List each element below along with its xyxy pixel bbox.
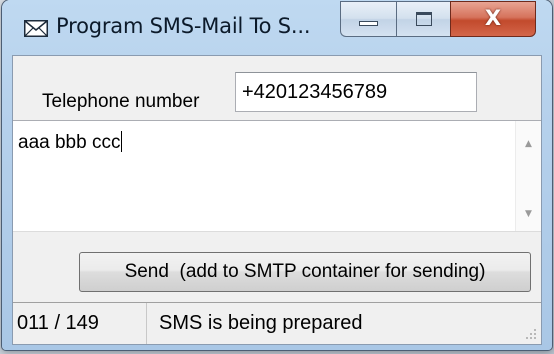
status-bar: 011 / 149 SMS is being prepared [13, 302, 541, 344]
telephone-number-label: Telephone number [42, 91, 200, 112]
close-button[interactable]: X [450, 1, 536, 37]
window-title: Program SMS-Mail To S... [56, 14, 311, 38]
scroll-down-arrow-icon[interactable]: ▼ [516, 203, 541, 225]
maximize-button[interactable] [396, 1, 450, 37]
message-scrollbar[interactable]: ▲ ▼ [515, 121, 541, 231]
minimize-icon [359, 21, 378, 26]
title-bar[interactable]: Program SMS-Mail To S... X [2, 0, 552, 54]
scroll-up-arrow-icon[interactable]: ▲ [516, 133, 541, 155]
maximize-icon [416, 12, 432, 26]
send-button[interactable]: Send (add to SMTP container for sending) [79, 252, 531, 292]
caption-buttons: X [340, 1, 536, 37]
telephone-number-input[interactable] [235, 72, 477, 112]
text-caret [121, 131, 123, 152]
resize-grip-icon[interactable] [523, 326, 537, 340]
app-window: Program SMS-Mail To S... X Telephone num… [2, 0, 552, 350]
character-counter: 011 / 149 [13, 303, 147, 344]
message-text: aaa bbb ccc [18, 131, 123, 154]
client-area: Telephone number aaa bbb ccc ▲ ▼ Send (a… [12, 55, 542, 345]
minimize-button[interactable] [340, 1, 396, 37]
close-icon: X [484, 6, 502, 30]
message-content: aaa bbb ccc [18, 132, 121, 153]
envelope-icon [24, 20, 48, 37]
message-textarea[interactable]: aaa bbb ccc ▲ ▼ [13, 120, 541, 232]
status-message: SMS is being prepared [159, 312, 363, 334]
